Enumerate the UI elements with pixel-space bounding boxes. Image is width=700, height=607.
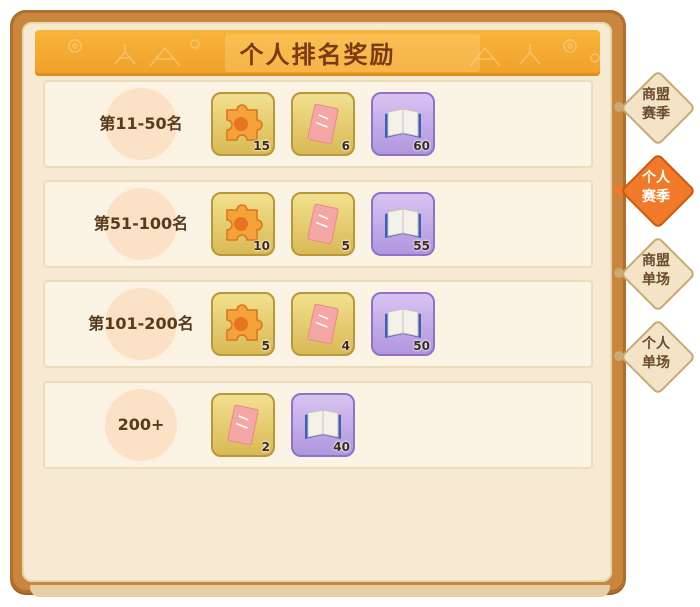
panel-frame-bottom	[30, 585, 610, 597]
reward-item-book[interactable]: 55	[371, 192, 435, 256]
reward-item-puzzle[interactable]: 5	[211, 292, 275, 356]
title-banner: 个人排名奖励	[35, 30, 600, 76]
tab-label-line2: 单场	[642, 272, 670, 288]
tab-label: 商盟 赛季	[620, 86, 692, 124]
reward-item-ticket[interactable]: 5	[291, 192, 355, 256]
reward-item-ticket[interactable]: 4	[291, 292, 355, 356]
tab-label-line2: 单场	[642, 355, 670, 371]
tab-label-line2: 赛季	[642, 106, 670, 122]
rank-label: 第11-50名	[99, 114, 183, 133]
ticket-icon	[307, 103, 339, 145]
reward-item-book[interactable]: 40	[291, 393, 355, 457]
item-quantity: 55	[413, 239, 430, 253]
item-quantity: 60	[413, 139, 430, 153]
ticket-icon	[227, 404, 259, 446]
rank-label: 第51-100名	[93, 214, 189, 233]
item-quantity: 5	[261, 339, 270, 353]
reward-row: 200+ 2 40	[43, 381, 593, 469]
tab-alliance-season[interactable]: 商盟 赛季	[614, 69, 697, 147]
reward-item-puzzle[interactable]: 10	[211, 192, 275, 256]
puzzle-piece-icon	[226, 304, 263, 341]
reward-item-book[interactable]: 60	[371, 92, 435, 156]
tab-label: 个人 赛季	[620, 169, 692, 207]
rank-label: 第101-200名	[88, 314, 194, 333]
reward-item-ticket[interactable]: 6	[291, 92, 355, 156]
ticket-icon	[307, 203, 339, 245]
ticket-icon	[307, 303, 339, 345]
item-quantity: 15	[253, 139, 270, 153]
item-quantity: 10	[253, 239, 270, 253]
item-quantity: 50	[413, 339, 430, 353]
reward-item-book[interactable]: 50	[371, 292, 435, 356]
tab-personal-season[interactable]: 个人 赛季	[614, 152, 697, 230]
item-quantity: 2	[261, 440, 270, 454]
item-quantity: 4	[341, 339, 350, 353]
tab-label-line1: 商盟	[642, 253, 670, 269]
tab-label-line2: 赛季	[642, 189, 670, 205]
rank-label: 200+	[117, 415, 165, 434]
tab-label-line1: 商盟	[642, 87, 670, 103]
reward-row: 第11-50名 15 6 60	[43, 80, 593, 168]
tab-label: 个人 单场	[620, 335, 692, 373]
page-title: 个人排名奖励	[239, 41, 396, 69]
tab-alliance-match[interactable]: 商盟 单场	[614, 235, 697, 313]
tab-label: 商盟 单场	[620, 252, 692, 290]
reward-item-puzzle[interactable]: 15	[211, 92, 275, 156]
tab-label-line1: 个人	[642, 170, 670, 186]
tab-label-line1: 个人	[642, 336, 670, 352]
item-quantity: 6	[341, 139, 350, 153]
reward-item-ticket[interactable]: 2	[211, 393, 275, 457]
reward-row: 第101-200名 5 4 50	[43, 280, 593, 368]
item-quantity: 40	[333, 440, 350, 454]
reward-row: 第51-100名 10 5 55	[43, 180, 593, 268]
tab-personal-match[interactable]: 个人 单场	[614, 318, 697, 396]
item-quantity: 5	[341, 239, 350, 253]
